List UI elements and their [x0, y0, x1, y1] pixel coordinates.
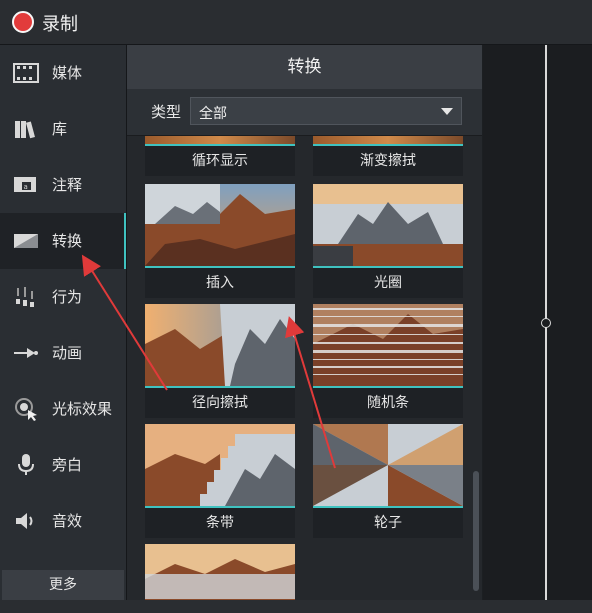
transition-grid: 循环显示 渐变擦拭 插入 光圈 径向擦拭 随机条 条带 轮子: [127, 136, 482, 613]
sidebar-item-label: 转换: [52, 232, 83, 250]
sidebar-item-cursor-effects[interactable]: 光标效果: [0, 381, 126, 437]
film-icon: [13, 63, 39, 83]
sidebar-item-label: 库: [52, 120, 68, 138]
tile-label: 随机条: [313, 388, 463, 418]
transition-icon: [14, 234, 38, 248]
sidebar-item-label: 注释: [52, 176, 83, 194]
scrollbar-thumb[interactable]: [473, 471, 479, 591]
sidebar-item-audio-effects[interactable]: 音效: [0, 493, 126, 549]
transitions-panel: 转换 类型 全部 循环显示 渐变擦拭 插入 光圈 径向擦拭 随机条 条带 轮子: [127, 45, 482, 613]
sidebar-item-label: 媒体: [52, 64, 83, 82]
sidebar-item-label: 光标效果: [52, 400, 113, 418]
tile-label: 插入: [145, 268, 295, 298]
sidebar-item-annotations[interactable]: a 注释: [0, 157, 126, 213]
thumbnail: [145, 184, 295, 268]
transition-tile-loop[interactable]: 循环显示: [145, 136, 295, 178]
tile-label: 渐变擦拭: [313, 146, 463, 176]
canvas-area: [483, 45, 592, 600]
annotation-icon: a: [14, 177, 36, 192]
thumbnail: [313, 304, 463, 388]
transition-tile-fade-wipe[interactable]: 渐变擦拭: [313, 136, 463, 178]
sidebar-item-voice-narration[interactable]: 旁白: [0, 437, 126, 493]
thumbnail: [313, 184, 463, 268]
title-bar: 录制: [0, 0, 592, 45]
playhead-handle[interactable]: [541, 318, 551, 328]
cursor-effect-icon: [15, 398, 37, 421]
more-button[interactable]: 更多: [2, 570, 124, 600]
vertical-scrollbar[interactable]: [472, 136, 480, 613]
transition-tile-wheel[interactable]: 轮子: [313, 424, 463, 544]
speaker-icon: [16, 513, 33, 529]
transition-tile-iris[interactable]: 光圈: [313, 184, 463, 304]
thumbnail: [145, 424, 295, 508]
sidebar: 媒体 库 a 注释 转换 行为 动画 光标效果 旁白 音效 更多: [0, 45, 127, 613]
tile-label: 条带: [145, 508, 295, 538]
tile-label: 光圈: [313, 268, 463, 298]
record-icon[interactable]: [12, 11, 34, 33]
transition-tile-radial-wipe[interactable]: 径向擦拭: [145, 304, 295, 424]
bottom-bar: [0, 600, 592, 613]
tile-label: 轮子: [313, 508, 463, 538]
thumbnail: [145, 136, 295, 146]
transition-tile-random-bars[interactable]: 随机条: [313, 304, 463, 424]
microphone-icon: [18, 454, 34, 475]
tile-label: 径向擦拭: [145, 388, 295, 418]
behavior-icon: [16, 287, 34, 307]
filter-label: 类型: [151, 103, 182, 121]
filter-row: 类型 全部: [127, 89, 482, 136]
animation-icon: [14, 348, 38, 358]
panel-title: 转换: [127, 45, 482, 89]
thumbnail: [313, 424, 463, 508]
sidebar-item-label: 动画: [52, 344, 83, 362]
sidebar-item-label: 旁白: [52, 456, 83, 474]
transition-tile-inset[interactable]: 插入: [145, 184, 295, 304]
sidebar-item-media[interactable]: 媒体: [0, 45, 126, 101]
sidebar-item-behaviors[interactable]: 行为: [0, 269, 126, 325]
sidebar-item-label: 行为: [52, 288, 83, 306]
library-icon: [15, 121, 35, 139]
record-label[interactable]: 录制: [42, 10, 78, 36]
thumbnail: [313, 136, 463, 146]
sidebar-item-label: 音效: [52, 512, 83, 530]
sidebar-item-library[interactable]: 库: [0, 101, 126, 157]
tile-label: 循环显示: [145, 146, 295, 176]
transition-tile-strips[interactable]: 条带: [145, 424, 295, 544]
sidebar-item-animations[interactable]: 动画: [0, 325, 126, 381]
thumbnail: [145, 304, 295, 388]
sidebar-item-transitions[interactable]: 转换: [0, 213, 126, 269]
dropdown-value: 全部: [199, 106, 227, 122]
svg-text:a: a: [24, 183, 28, 191]
chevron-down-icon: [441, 108, 453, 115]
type-dropdown[interactable]: 全部: [190, 97, 462, 125]
